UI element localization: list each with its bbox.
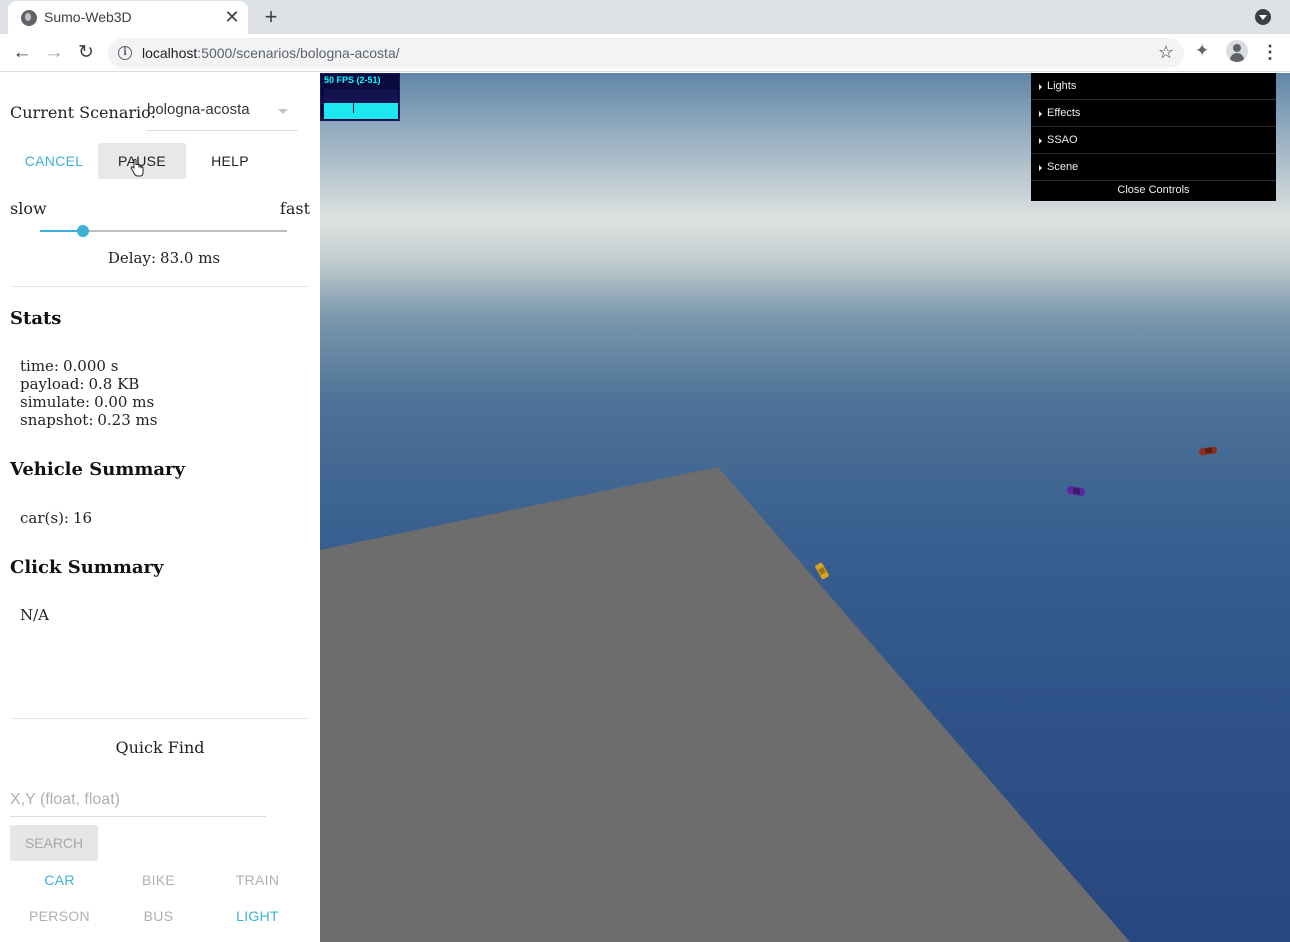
filter-person[interactable]: PERSON	[10, 901, 109, 931]
browser-tab-strip: Sumo-Web3D ✕ +	[0, 0, 1290, 34]
scenario-select[interactable]: bologna-acosta	[146, 93, 298, 131]
dat-gui-controls: Lights Effects SSAO Scene Close Controls	[1031, 73, 1276, 201]
stat-label: time:	[20, 357, 59, 375]
folder-label: SSAO	[1047, 134, 1078, 146]
reload-icon[interactable]: ↻	[73, 40, 99, 66]
search-button[interactable]: SEARCH	[10, 825, 98, 861]
vehicle-count-value: 16	[72, 509, 93, 527]
stat-snapshot: snapshot: 0.23 ms	[20, 411, 157, 429]
globe-icon	[21, 10, 37, 26]
ground-plane	[320, 467, 1130, 942]
stat-label: snapshot:	[20, 411, 94, 429]
control-panel: Current Scenario: bologna-acosta CANCEL …	[0, 73, 320, 942]
triangle-right-icon	[1039, 138, 1042, 144]
tab-menu-icon[interactable]	[1255, 9, 1271, 25]
url-text[interactable]: localhost:5000/scenarios/bologna-acosta/	[142, 45, 400, 61]
kebab-icon[interactable]: ⋮	[1260, 41, 1280, 63]
stat-value: 0.8 KB	[88, 375, 140, 393]
folder-label: Scene	[1047, 161, 1079, 173]
stats-heading: Stats	[10, 308, 62, 329]
fps-text: 50 FPS (2-51)	[324, 75, 381, 85]
filter-train[interactable]: TRAIN	[208, 865, 307, 895]
vehicle-car[interactable]	[815, 562, 830, 580]
back-icon[interactable]: ←	[9, 40, 35, 66]
url-host: localhost	[142, 45, 198, 61]
fps-meter[interactable]: 50 FPS (2-51)	[320, 73, 400, 121]
stat-label: payload:	[20, 375, 85, 393]
divider	[10, 286, 310, 287]
address-bar[interactable]: i localhost:5000/scenarios/bologna-acost…	[108, 38, 1184, 68]
controls-folder-effects[interactable]: Effects	[1031, 100, 1276, 127]
delay-value: 83.0 ms	[160, 249, 221, 267]
browser-toolbar: ← → ↻ i localhost:5000/scenarios/bologna…	[0, 34, 1290, 72]
cancel-button[interactable]: CANCEL	[10, 143, 98, 179]
vehicle-summary-heading: Vehicle Summary	[10, 459, 185, 480]
triangle-right-icon	[1039, 165, 1042, 171]
vehicle-car[interactable]	[1066, 485, 1086, 497]
stat-label: simulate:	[20, 393, 91, 411]
plus-icon[interactable]: +	[258, 4, 284, 30]
scene-canvas	[320, 446, 1218, 942]
filter-bus[interactable]: BUS	[109, 901, 208, 931]
filter-light[interactable]: LIGHT	[208, 901, 307, 931]
url-path: :5000/scenarios/bologna-acosta/	[197, 45, 400, 61]
controls-folder-scene[interactable]: Scene	[1031, 154, 1276, 181]
filter-car[interactable]: CAR	[10, 865, 109, 895]
stat-value: 0.23 ms	[97, 411, 158, 429]
fps-graph-bar	[324, 103, 398, 119]
tab-title: Sumo-Web3D	[44, 9, 132, 25]
close-icon[interactable]: ✕	[222, 7, 242, 27]
folder-label: Effects	[1047, 107, 1081, 119]
filter-bike[interactable]: BIKE	[109, 865, 208, 895]
click-summary-heading: Click Summary	[10, 557, 164, 578]
triangle-right-icon	[1039, 111, 1042, 117]
controls-folder-lights[interactable]: Lights	[1031, 73, 1276, 100]
quick-find-input[interactable]	[10, 783, 266, 817]
speed-fast-label: fast	[279, 199, 310, 218]
folder-label: Lights	[1047, 80, 1077, 92]
fps-graph-tick	[353, 103, 354, 113]
stat-time: time: 0.000 s	[20, 357, 118, 375]
vehicle-count: car(s): 16	[20, 509, 92, 527]
controls-folder-ssao[interactable]: SSAO	[1031, 127, 1276, 154]
scenario-label: Current Scenario:	[10, 103, 157, 122]
puzzle-icon[interactable]: ✦	[1195, 41, 1209, 61]
3d-viewport[interactable]: 50 FPS (2-51) Lights Effects SSAO Scene …	[320, 73, 1290, 942]
fps-graph	[324, 89, 398, 119]
stat-payload: payload: 0.8 KB	[20, 375, 139, 393]
delay-label: Delay:	[107, 249, 157, 267]
triangle-right-icon	[1039, 84, 1042, 90]
chevron-down-icon	[278, 109, 288, 114]
delay-readout: Delay: 83.0 ms	[0, 249, 328, 267]
browser-tab[interactable]: Sumo-Web3D ✕	[8, 1, 248, 34]
profile-icon[interactable]	[1226, 40, 1248, 62]
stat-value: 0.00 ms	[94, 393, 155, 411]
hand-cursor-icon	[130, 159, 144, 177]
stat-value: 0.000 s	[62, 357, 119, 375]
close-controls-button[interactable]: Close Controls	[1031, 181, 1276, 201]
speed-slider[interactable]	[40, 225, 287, 237]
speed-slow-label: slow	[10, 199, 47, 218]
forward-icon[interactable]: →	[41, 40, 67, 66]
speed-slider-thumb[interactable]	[77, 225, 90, 237]
help-button[interactable]: HELP	[186, 143, 274, 179]
stat-simulate: simulate: 0.00 ms	[20, 393, 154, 411]
vehicle-count-label: car(s):	[20, 509, 69, 527]
click-summary-value: N/A	[20, 606, 50, 624]
quick-find-title: Quick Find	[115, 738, 205, 757]
scenario-value: bologna-acosta	[147, 101, 250, 118]
divider	[10, 718, 310, 719]
star-icon[interactable]: ☆	[1158, 42, 1174, 63]
vehicle-car[interactable]	[1198, 446, 1218, 456]
info-icon[interactable]: i	[118, 46, 132, 60]
